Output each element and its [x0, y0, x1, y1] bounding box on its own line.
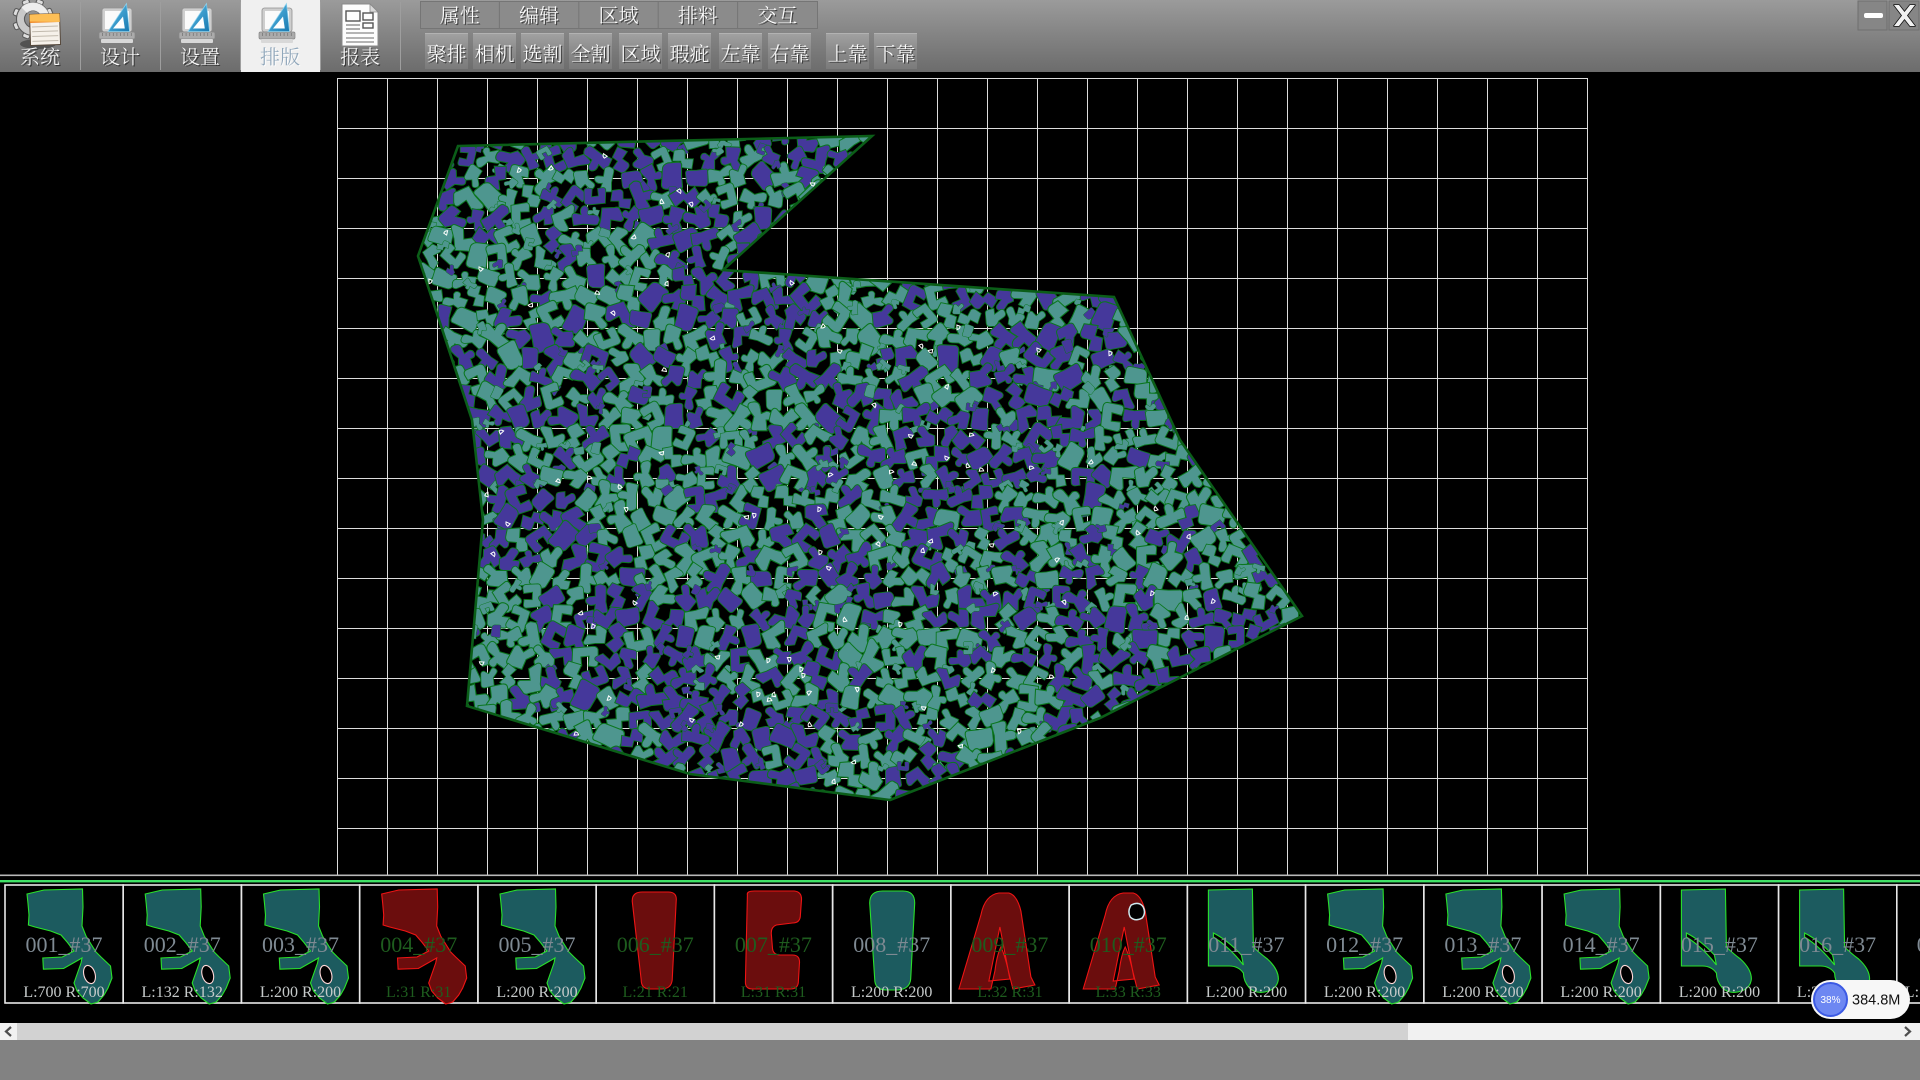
svg-text:007_#37: 007_#37: [735, 932, 812, 957]
svg-text:009_#37: 009_#37: [971, 932, 1048, 957]
svg-text:016_#37: 016_#37: [1799, 932, 1876, 957]
svg-text:L:200 R:200: L:200 R:200: [1442, 984, 1523, 1001]
svg-text:L:200 R:200: L:200 R:200: [1679, 984, 1760, 1001]
svg-text:015_#37: 015_#37: [1681, 932, 1758, 957]
svg-text:L:33 R:33: L:33 R:33: [1096, 984, 1161, 1001]
svg-text:012_#37: 012_#37: [1326, 932, 1403, 957]
svg-text:L:200 R:200: L:200 R:200: [1206, 984, 1287, 1001]
svg-text:L:31 R:31: L:31 R:31: [741, 984, 806, 1001]
svg-text:L:700 R:700: L:700 R:700: [23, 984, 104, 1001]
svg-text:L:132 R:132: L:132 R:132: [142, 984, 223, 1001]
svg-text:384.8M: 384.8M: [1852, 993, 1900, 1009]
svg-text:003_#37: 003_#37: [262, 932, 339, 957]
svg-text:L:200 R:200: L:200 R:200: [1560, 984, 1641, 1001]
svg-text:002_#37: 002_#37: [144, 932, 221, 957]
svg-text:005_#37: 005_#37: [499, 932, 576, 957]
svg-text:014_#37: 014_#37: [1563, 932, 1640, 957]
svg-text:006_#37: 006_#37: [617, 932, 694, 957]
svg-text:L:32 R:31: L:32 R:31: [977, 984, 1042, 1001]
svg-text:010_#37: 010_#37: [1090, 932, 1167, 957]
svg-text:011_#37: 011_#37: [1208, 932, 1284, 957]
svg-text:013_#37: 013_#37: [1444, 932, 1521, 957]
svg-text:38%: 38%: [1820, 995, 1840, 1006]
svg-text:L:200 R:200: L:200 R:200: [260, 984, 341, 1001]
svg-text:L:200 R:200: L:200 R:200: [851, 984, 932, 1001]
svg-text:L:200 R:200: L:200 R:200: [496, 984, 577, 1001]
svg-text:004_#37: 004_#37: [380, 932, 457, 957]
svg-text:L:31 R:31: L:31 R:31: [386, 984, 451, 1001]
svg-text:001_#37: 001_#37: [26, 932, 103, 957]
svg-text:L:200 R:200: L:200 R:200: [1324, 984, 1405, 1001]
svg-text:008_#37: 008_#37: [853, 932, 930, 957]
svg-text:L:21 R:21: L:21 R:21: [623, 984, 688, 1001]
